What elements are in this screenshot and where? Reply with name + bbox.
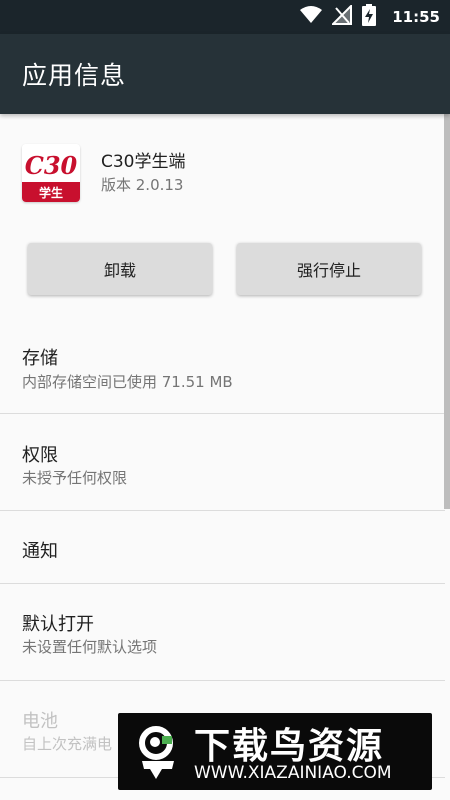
list-item-title: 存储 [22,348,58,369]
list-item-summary: 内部存储空间已使用 71.51 MB [22,373,233,391]
wifi-icon [300,6,323,28]
list-item-open-by-default[interactable]: 默认打开 未设置任何默认选项 [0,584,445,680]
page-title: 应用信息 [22,61,127,90]
list-item-title: 权限 [22,445,58,466]
list-item-notifications[interactable]: 通知 [0,511,445,583]
svg-text:学生: 学生 [39,185,63,200]
list-item-title: 电池 [22,711,58,732]
app-info-screen: 11:55 应用信息 C30 学生 C30学生端 版本 2.0.13 卸载 强行… [0,0,450,800]
watermark: 下载鸟资源 WWW.XIAZAINIAO.COM [118,713,432,790]
app-header: C30 学生 C30学生端 版本 2.0.13 [0,114,450,224]
app-bar: 应用信息 [0,34,450,114]
status-time: 11:55 [392,8,440,26]
app-name: C30学生端 [101,152,186,172]
force-stop-button[interactable]: 强行停止 [237,243,421,295]
svg-text:C30: C30 [25,151,78,180]
scrollbar[interactable] [444,114,450,509]
list-item-summary: 自上次充满电 [22,735,113,753]
app-icon: C30 学生 [22,144,80,202]
app-version: 版本 2.0.13 [101,176,184,194]
status-icons: 11:55 [300,0,440,34]
no-signal-icon [330,3,353,29]
watermark-url: WWW.XIAZAINIAO.COM [194,763,392,783]
list-item-title: 默认打开 [22,614,94,635]
watermark-title: 下载鸟资源 [194,726,385,767]
list-item-title: 通知 [22,541,58,562]
list-item-permissions[interactable]: 权限 未授予任何权限 [0,414,445,510]
battery-charging-icon [362,4,377,30]
uninstall-button[interactable]: 卸载 [28,243,212,295]
status-bar: 11:55 [0,0,450,34]
list-item-storage[interactable]: 存储 内部存储空间已使用 71.51 MB [0,322,445,414]
list-item-summary: 未设置任何默认选项 [22,638,158,656]
list-item-summary: 未授予任何权限 [22,469,128,487]
bird-logo-icon [128,721,188,781]
